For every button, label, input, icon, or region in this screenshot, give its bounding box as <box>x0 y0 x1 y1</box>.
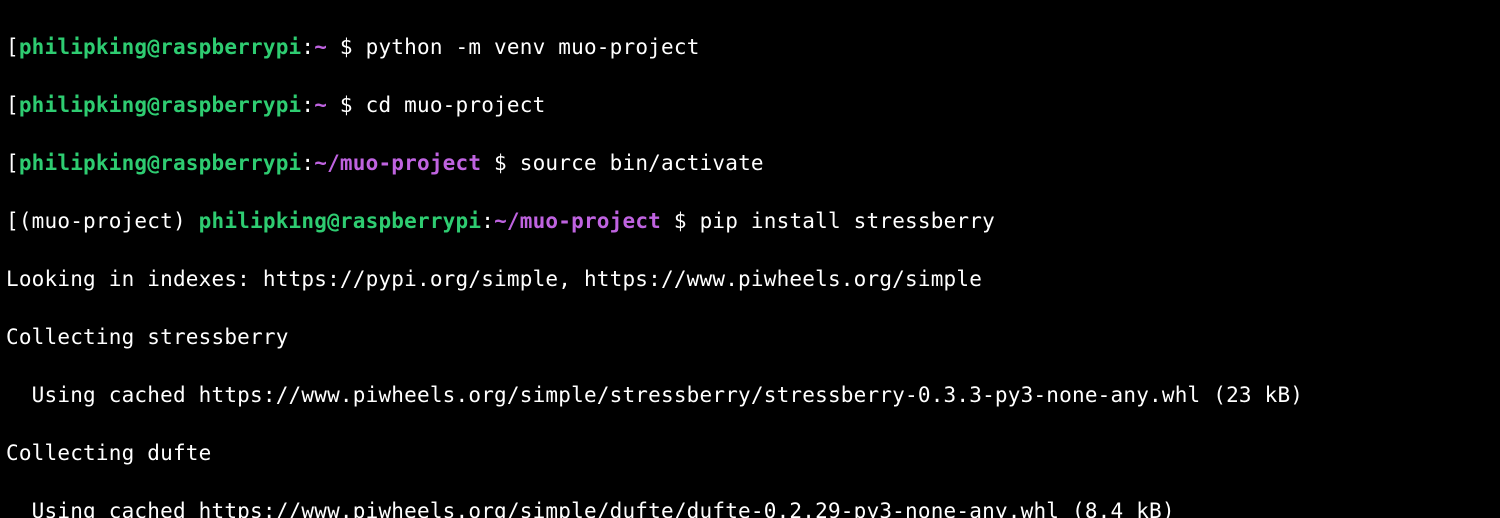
prompt-symbol: $ <box>481 151 520 175</box>
prompt-line: [(muo-project) philipking@raspberrypi:~/… <box>6 207 1494 236</box>
cwd-path: ~ <box>314 35 327 59</box>
prompt-line: [philipking@raspberrypi:~ $ cd muo-proje… <box>6 91 1494 120</box>
user-host: philipking@raspberrypi <box>19 151 302 175</box>
output-line: Using cached https://www.piwheels.org/si… <box>6 497 1494 518</box>
user-host: philipking@raspberrypi <box>199 209 482 233</box>
cwd-path: ~/muo-project <box>314 151 481 175</box>
user-host: philipking@raspberrypi <box>19 35 302 59</box>
prompt-symbol: $ <box>327 93 366 117</box>
bracket-icon: [ <box>6 93 19 117</box>
colon: : <box>301 93 314 117</box>
prompt-line: [philipking@raspberrypi:~/muo-project $ … <box>6 149 1494 178</box>
bracket-icon: [ <box>6 209 19 233</box>
output-line: Looking in indexes: https://pypi.org/sim… <box>6 265 1494 294</box>
colon: : <box>481 209 494 233</box>
bracket-icon: [ <box>6 151 19 175</box>
cwd-path: ~/muo-project <box>494 209 661 233</box>
prompt-symbol: $ <box>661 209 700 233</box>
venv-name: (muo-project) <box>19 209 199 233</box>
output-line: Collecting dufte <box>6 439 1494 468</box>
prompt-symbol: $ <box>327 35 366 59</box>
command-text: python -m venv muo-project <box>366 35 700 59</box>
output-line: Using cached https://www.piwheels.org/si… <box>6 381 1494 410</box>
cwd-path: ~ <box>314 93 327 117</box>
command-text: cd muo-project <box>366 93 546 117</box>
output-line: Collecting stressberry <box>6 323 1494 352</box>
command-text: pip install stressberry <box>700 209 995 233</box>
colon: : <box>301 151 314 175</box>
user-host: philipking@raspberrypi <box>19 93 302 117</box>
bracket-icon: [ <box>6 35 19 59</box>
colon: : <box>301 35 314 59</box>
terminal-output[interactable]: [philipking@raspberrypi:~ $ python -m ve… <box>0 0 1500 518</box>
prompt-line: [philipking@raspberrypi:~ $ python -m ve… <box>6 33 1494 62</box>
command-text: source bin/activate <box>520 151 764 175</box>
